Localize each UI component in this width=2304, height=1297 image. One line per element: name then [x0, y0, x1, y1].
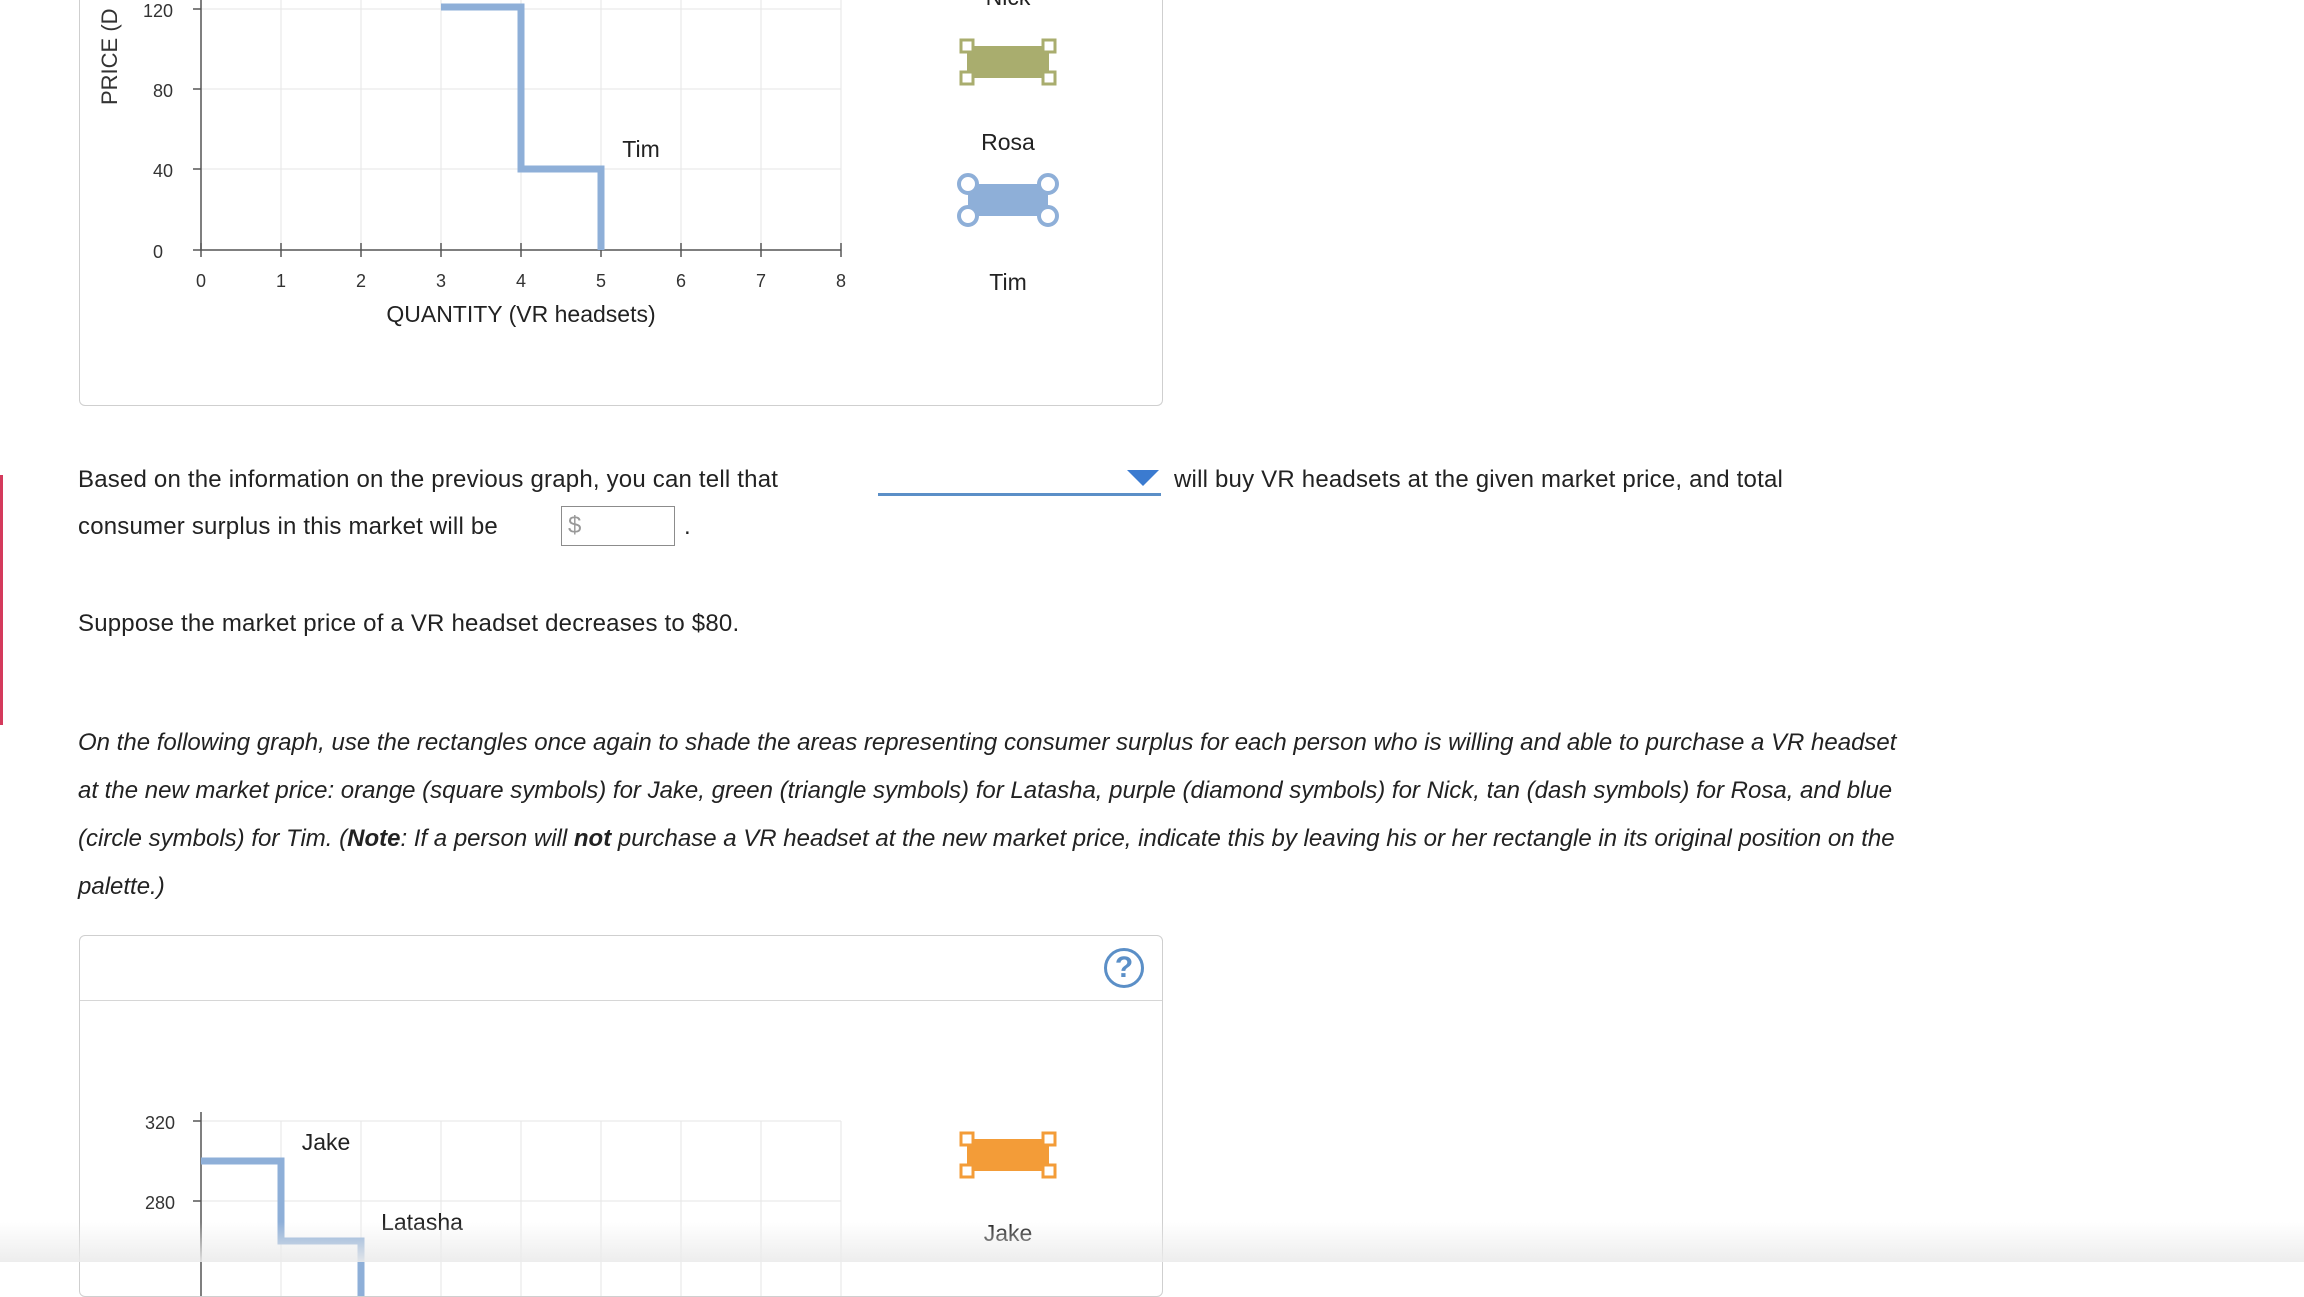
consumer-surplus-input[interactable]: $ — [561, 506, 675, 546]
buyer-dropdown[interactable] — [878, 462, 1161, 496]
question-text-part1: Based on the information on the previous… — [78, 466, 779, 493]
instructions-note-mid: : If a person will — [400, 825, 574, 852]
x-tick-label: 4 — [516, 271, 526, 291]
palette-rect-tim[interactable] — [957, 173, 1059, 227]
x-tick-label: 6 — [676, 271, 686, 291]
sentence-period: . — [684, 513, 691, 540]
y-tick-label: 280 — [145, 1193, 175, 1213]
x-tick-label: 7 — [756, 271, 766, 291]
palette-rect-nick[interactable] — [959, 38, 1057, 86]
graph-panel-new-price: ? 320 280 Jake Latasha Jake — [79, 935, 1163, 1297]
note-label: Note — [347, 825, 401, 852]
x-tick-label: 5 — [596, 271, 606, 291]
demand-graph-1: 120 80 40 0 PRICE (D 0 1 2 3 4 5 6 7 8 Q… — [97, 0, 1059, 327]
curve-label-jake: Jake — [302, 1129, 351, 1155]
question-line-1-end: will buy VR headsets at the given market… — [1174, 456, 1783, 504]
x-tick-label: 3 — [436, 271, 446, 291]
y-tick-label: 120 — [143, 1, 173, 21]
x-tick-label: 8 — [836, 271, 846, 291]
palette-label-jake: Jake — [984, 1220, 1033, 1246]
curve-label-latasha: Latasha — [381, 1209, 463, 1235]
x-axis-title: QUANTITY (VR headsets) — [386, 301, 655, 327]
price-change-text: Suppose the market price of a VR headset… — [78, 610, 740, 637]
y-axis-title: PRICE (D — [97, 8, 122, 105]
x-tick-label: 2 — [356, 271, 366, 291]
left-accent-bar — [0, 475, 3, 725]
curve-label-tim: Tim — [622, 136, 659, 162]
graph-panel-previous: 120 80 40 0 PRICE (D 0 1 2 3 4 5 6 7 8 Q… — [79, 0, 1163, 406]
question-line-2: consumer surplus in this market will be — [78, 503, 498, 551]
y-tick-label: 80 — [153, 81, 173, 101]
demand-graph-2: 320 280 Jake Latasha Jake — [145, 1112, 1057, 1296]
palette-label-tim: Tim — [989, 269, 1026, 295]
question-text-part2: will buy VR headsets at the given market… — [1174, 466, 1784, 493]
palette-label-nick: Nick — [986, 0, 1031, 10]
y-tick-label: 40 — [153, 161, 173, 181]
currency-prefix: $ — [568, 512, 582, 539]
palette-label-rosa: Rosa — [981, 129, 1035, 155]
y-tick-label: 320 — [145, 1113, 175, 1133]
question-text-part3: consumer surplus in this market will be — [78, 513, 498, 540]
question-line-1: Based on the information on the previous… — [78, 456, 778, 504]
x-tick-label: 1 — [276, 271, 286, 291]
chevron-down-icon — [1127, 470, 1159, 486]
instructions-text: On the following graph, use the rectangl… — [78, 719, 1918, 911]
x-tick-label: 0 — [196, 271, 206, 291]
palette-rect-jake[interactable] — [959, 1131, 1057, 1179]
y-tick-label: 0 — [153, 242, 163, 262]
not-emphasis: not — [573, 825, 612, 852]
